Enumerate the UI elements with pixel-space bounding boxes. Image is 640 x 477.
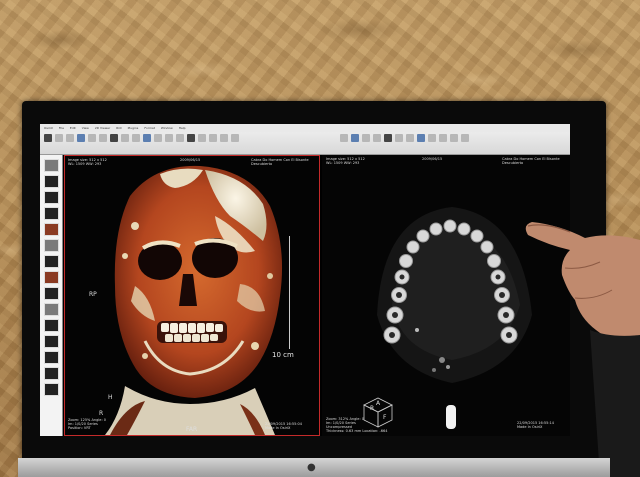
pointing-hand: [525, 222, 640, 477]
apple-logo-icon: ●: [307, 462, 316, 473]
